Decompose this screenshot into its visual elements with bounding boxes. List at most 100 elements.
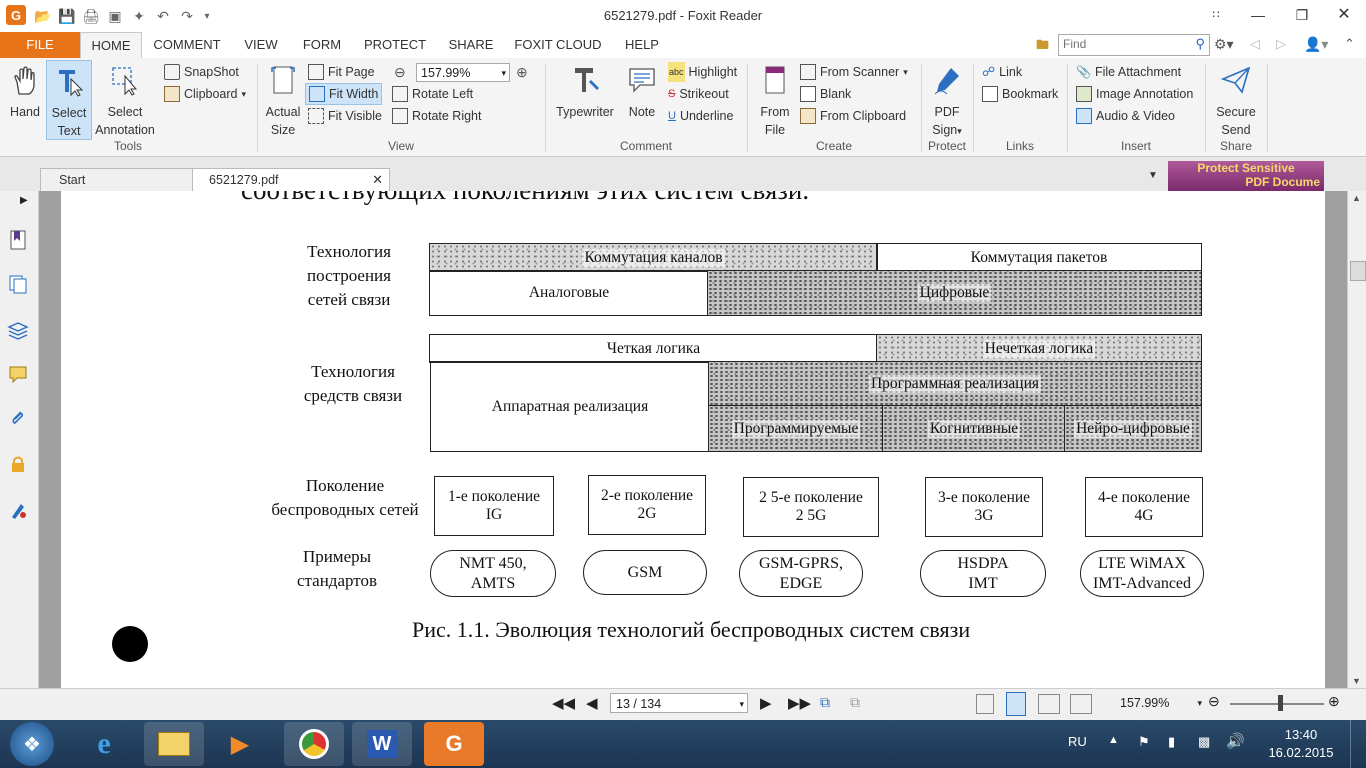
single-page-icon[interactable] [976, 694, 994, 714]
close-tab-icon[interactable]: ✕ [372, 169, 383, 191]
from-scanner-button[interactable]: From Scanner ▾ [800, 62, 908, 82]
next-page-icon[interactable]: ▶ [760, 694, 772, 712]
signatures-icon[interactable] [7, 499, 29, 521]
comments-icon[interactable] [7, 363, 29, 385]
document-viewport[interactable]: соответствующих поколениям этих систем с… [39, 191, 1347, 688]
power-icon[interactable]: ▮ [1168, 734, 1175, 750]
previous-view-icon[interactable]: ⧉ [820, 694, 830, 711]
promo-banner[interactable]: Protect Sensitive PDF Docume [1168, 161, 1324, 191]
last-page-icon[interactable]: ▶▶ [788, 694, 811, 712]
from-clipboard-button[interactable]: From Clipboard [800, 106, 906, 126]
attachments-icon[interactable] [7, 407, 29, 429]
file-attachment-button[interactable]: 📎 File Attachment [1076, 62, 1181, 82]
underline-button[interactable]: U Underline [668, 106, 733, 126]
scroll-thumb[interactable] [1350, 261, 1366, 281]
show-desktop-button[interactable] [1350, 720, 1366, 768]
language-indicator[interactable]: RU [1068, 734, 1087, 749]
continuous-page-icon[interactable] [1006, 692, 1026, 716]
image-annotation-button[interactable]: Image Annotation [1076, 84, 1193, 104]
tab-start[interactable]: Start [40, 168, 210, 191]
search-input[interactable] [1059, 35, 1187, 53]
clipboard-button[interactable]: Clipboard ▾ [164, 84, 246, 104]
forward-icon[interactable]: ▷ [1276, 36, 1286, 52]
fit-page-button[interactable]: Fit Page [308, 62, 375, 82]
foxit-taskbar-icon[interactable]: G [424, 722, 484, 766]
grid-icon[interactable]: ∷ [1202, 4, 1230, 26]
tab-home[interactable]: HOME [80, 32, 142, 60]
tab-view[interactable]: VIEW [236, 32, 286, 58]
rotate-left-button[interactable]: Rotate Left [392, 84, 473, 104]
hand-button[interactable]: Hand [4, 64, 46, 121]
minimize-button[interactable]: — [1244, 4, 1272, 26]
find-folder-icon[interactable]: 🖿 [1036, 36, 1054, 52]
gear-icon[interactable]: ⚙▾ [1214, 36, 1234, 53]
highlight-button[interactable]: abc Highlight [668, 62, 737, 82]
link-button[interactable]: ☍ Link [982, 62, 1022, 82]
tray-expand-icon[interactable]: ▲ [1108, 734, 1119, 746]
tab-form[interactable]: FORM [296, 32, 348, 58]
pdf-sign-button[interactable]: PDF Sign▾ [926, 64, 968, 140]
next-view-icon[interactable]: ⧉ [850, 694, 860, 711]
previous-page-icon[interactable]: ◀ [586, 694, 598, 712]
back-icon[interactable]: ◁ [1250, 36, 1260, 52]
clock[interactable]: 13:40 16.02.2015 [1266, 726, 1336, 762]
vertical-scrollbar[interactable]: ▲ ▼ [1347, 191, 1366, 688]
note-button[interactable]: Note [622, 64, 662, 121]
zoom-in-icon[interactable]: ⊕ [516, 64, 528, 81]
tab-protect[interactable]: PROTECT [358, 32, 432, 58]
tab-document[interactable]: 6521279.pdf ✕ [192, 168, 390, 191]
tab-help[interactable]: HELP [616, 32, 668, 58]
tab-foxit-cloud[interactable]: FOXIT CLOUD [510, 32, 606, 58]
blank-button[interactable]: Blank [800, 84, 851, 104]
tabs-dropdown-icon[interactable]: ▼ [1148, 170, 1158, 181]
snapshot-button[interactable]: SnapShot [164, 62, 239, 82]
search-icon[interactable]: ⚲ [1195, 36, 1205, 52]
actual-size-button[interactable]: Actual Size [262, 64, 304, 139]
zoom-status[interactable]: 157.99% ▾ [1100, 693, 1204, 713]
restore-button[interactable]: ❐ [1288, 4, 1316, 26]
select-annotation-button[interactable]: Select Annotation [92, 64, 158, 139]
chrome-icon[interactable] [284, 722, 344, 766]
scroll-down-icon[interactable]: ▼ [1352, 676, 1361, 686]
bookmarks-icon[interactable] [7, 229, 29, 251]
typewriter-button[interactable]: Typewriter [552, 64, 618, 121]
layers-icon[interactable] [7, 319, 29, 341]
media-player-icon[interactable]: ▶ [210, 722, 270, 766]
continuous-facing-icon[interactable] [1070, 694, 1092, 714]
pages-icon[interactable] [7, 273, 29, 295]
tab-file[interactable]: FILE [0, 32, 80, 58]
collapse-ribbon-icon[interactable]: ⌃ [1344, 36, 1355, 52]
select-text-button[interactable]: Select Text [46, 60, 92, 140]
find-box[interactable]: ⚲ [1058, 34, 1210, 56]
audio-video-button[interactable]: Audio & Video [1076, 106, 1175, 126]
close-button[interactable]: ✕ [1330, 4, 1358, 26]
rotate-right-button[interactable]: Rotate Right [392, 106, 481, 126]
network-icon[interactable]: ▩ [1198, 734, 1210, 750]
start-button[interactable]: ❖ [10, 722, 54, 766]
secure-send-button[interactable]: Secure Send [1210, 64, 1262, 139]
strikeout-button[interactable]: S Strikeout [668, 84, 729, 104]
facing-page-icon[interactable] [1038, 694, 1060, 714]
security-icon[interactable] [7, 453, 29, 475]
user-icon[interactable]: 👤▾ [1304, 36, 1328, 53]
first-page-icon[interactable]: ◀◀ [552, 694, 575, 712]
zoom-select[interactable]: 157.99% ▾ [416, 63, 510, 82]
zoom-in-status-icon[interactable]: ⊕ [1328, 693, 1340, 710]
volume-icon[interactable]: 🔊 [1226, 732, 1245, 750]
expand-panel-icon[interactable]: ▶ [20, 195, 28, 206]
zoom-slider-thumb[interactable] [1278, 695, 1283, 711]
word-icon[interactable]: W [352, 722, 412, 766]
zoom-out-icon[interactable]: ⊖ [394, 64, 406, 81]
tab-share[interactable]: SHARE [442, 32, 500, 58]
zoom-out-status-icon[interactable]: ⊖ [1208, 693, 1220, 710]
fit-width-button[interactable]: Fit Width [305, 83, 383, 105]
from-file-button[interactable]: From File [754, 64, 796, 139]
scroll-up-icon[interactable]: ▲ [1352, 193, 1361, 203]
bookmark-button[interactable]: Bookmark [982, 84, 1058, 104]
tab-comment[interactable]: COMMENT [148, 32, 226, 58]
ie-icon[interactable]: e [74, 722, 134, 766]
page-number-input[interactable]: 13 / 134 ▾ [610, 693, 748, 713]
fit-visible-button[interactable]: Fit Visible [308, 106, 382, 126]
zoom-slider-track[interactable] [1230, 703, 1324, 705]
action-center-icon[interactable]: ⚑ [1138, 734, 1150, 750]
